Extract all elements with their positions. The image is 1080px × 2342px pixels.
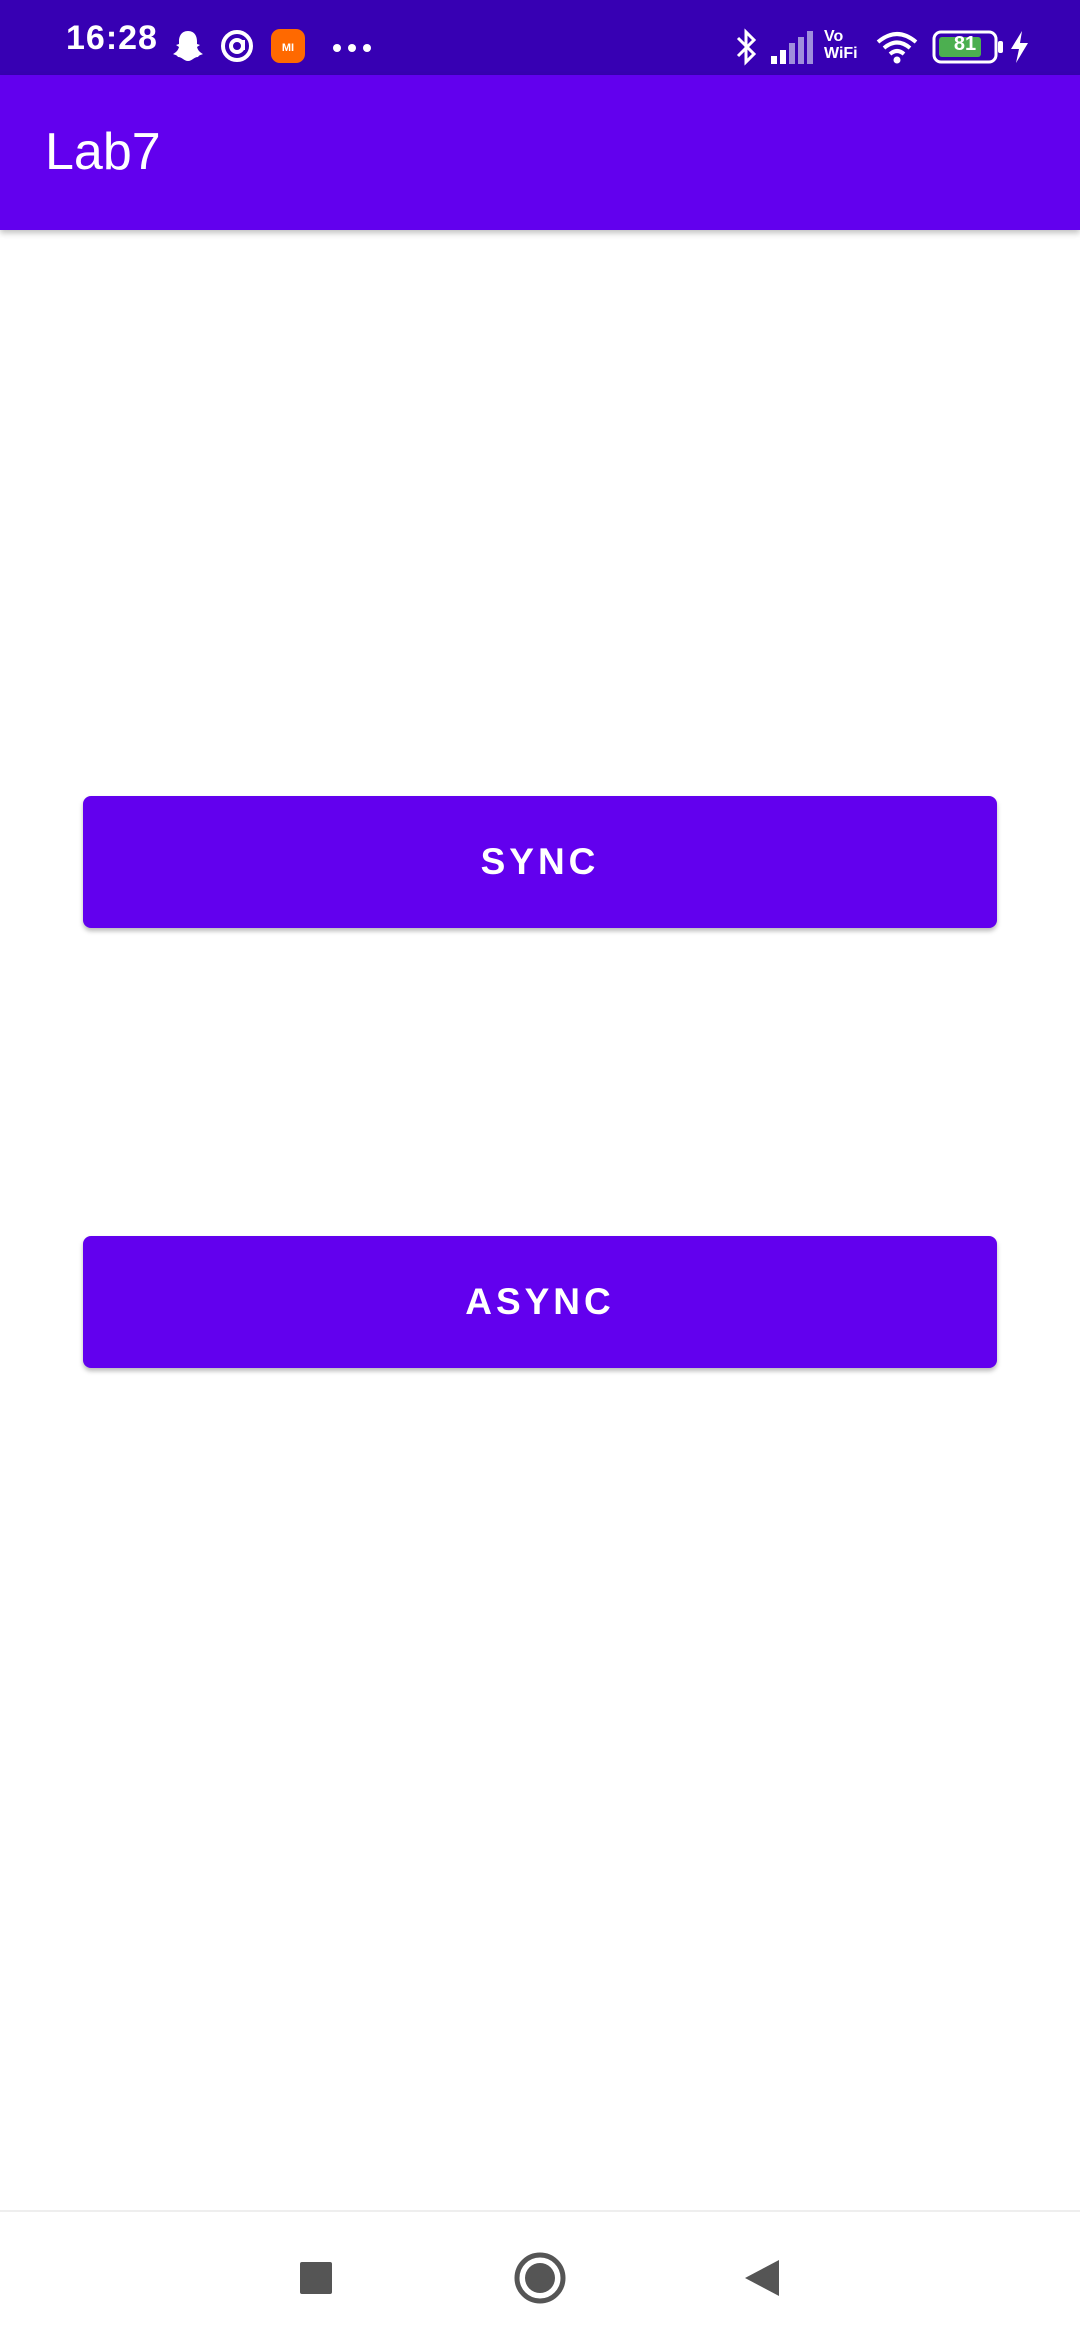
async-button[interactable]: ASYNC bbox=[83, 1236, 997, 1368]
navigation-bar bbox=[0, 2210, 1080, 2342]
battery-level-text: 81 bbox=[953, 33, 977, 55]
home-circle-icon[interactable] bbox=[510, 2248, 570, 2308]
at-sign-icon bbox=[219, 28, 255, 69]
battery-icon: 81 bbox=[932, 30, 1004, 69]
vowifi-bottom-text: WiFi bbox=[824, 45, 858, 62]
recents-square-icon[interactable] bbox=[286, 2248, 346, 2308]
bluetooth-icon bbox=[734, 28, 758, 71]
snapchat-ghost-icon bbox=[170, 28, 206, 69]
mi-badge-text: MI bbox=[282, 42, 294, 54]
cellular-signal-icon bbox=[770, 30, 814, 69]
mi-app-icon: MI bbox=[270, 28, 306, 69]
app-bar: Lab7 bbox=[0, 75, 1080, 230]
back-triangle-icon[interactable] bbox=[732, 2248, 792, 2308]
vowifi-icon: Vo WiFi bbox=[824, 28, 864, 62]
sync-button[interactable]: SYNC bbox=[83, 796, 997, 928]
app-title: Lab7 bbox=[45, 123, 161, 181]
status-time: 16:28 bbox=[66, 19, 158, 57]
charging-bolt-icon bbox=[1008, 30, 1030, 69]
vowifi-top-text: Vo bbox=[824, 28, 844, 45]
wifi-icon bbox=[876, 30, 918, 69]
status-bar: 16:28 MI Vo WiFi 81 bbox=[0, 0, 1080, 75]
more-dots-icon bbox=[332, 40, 372, 58]
